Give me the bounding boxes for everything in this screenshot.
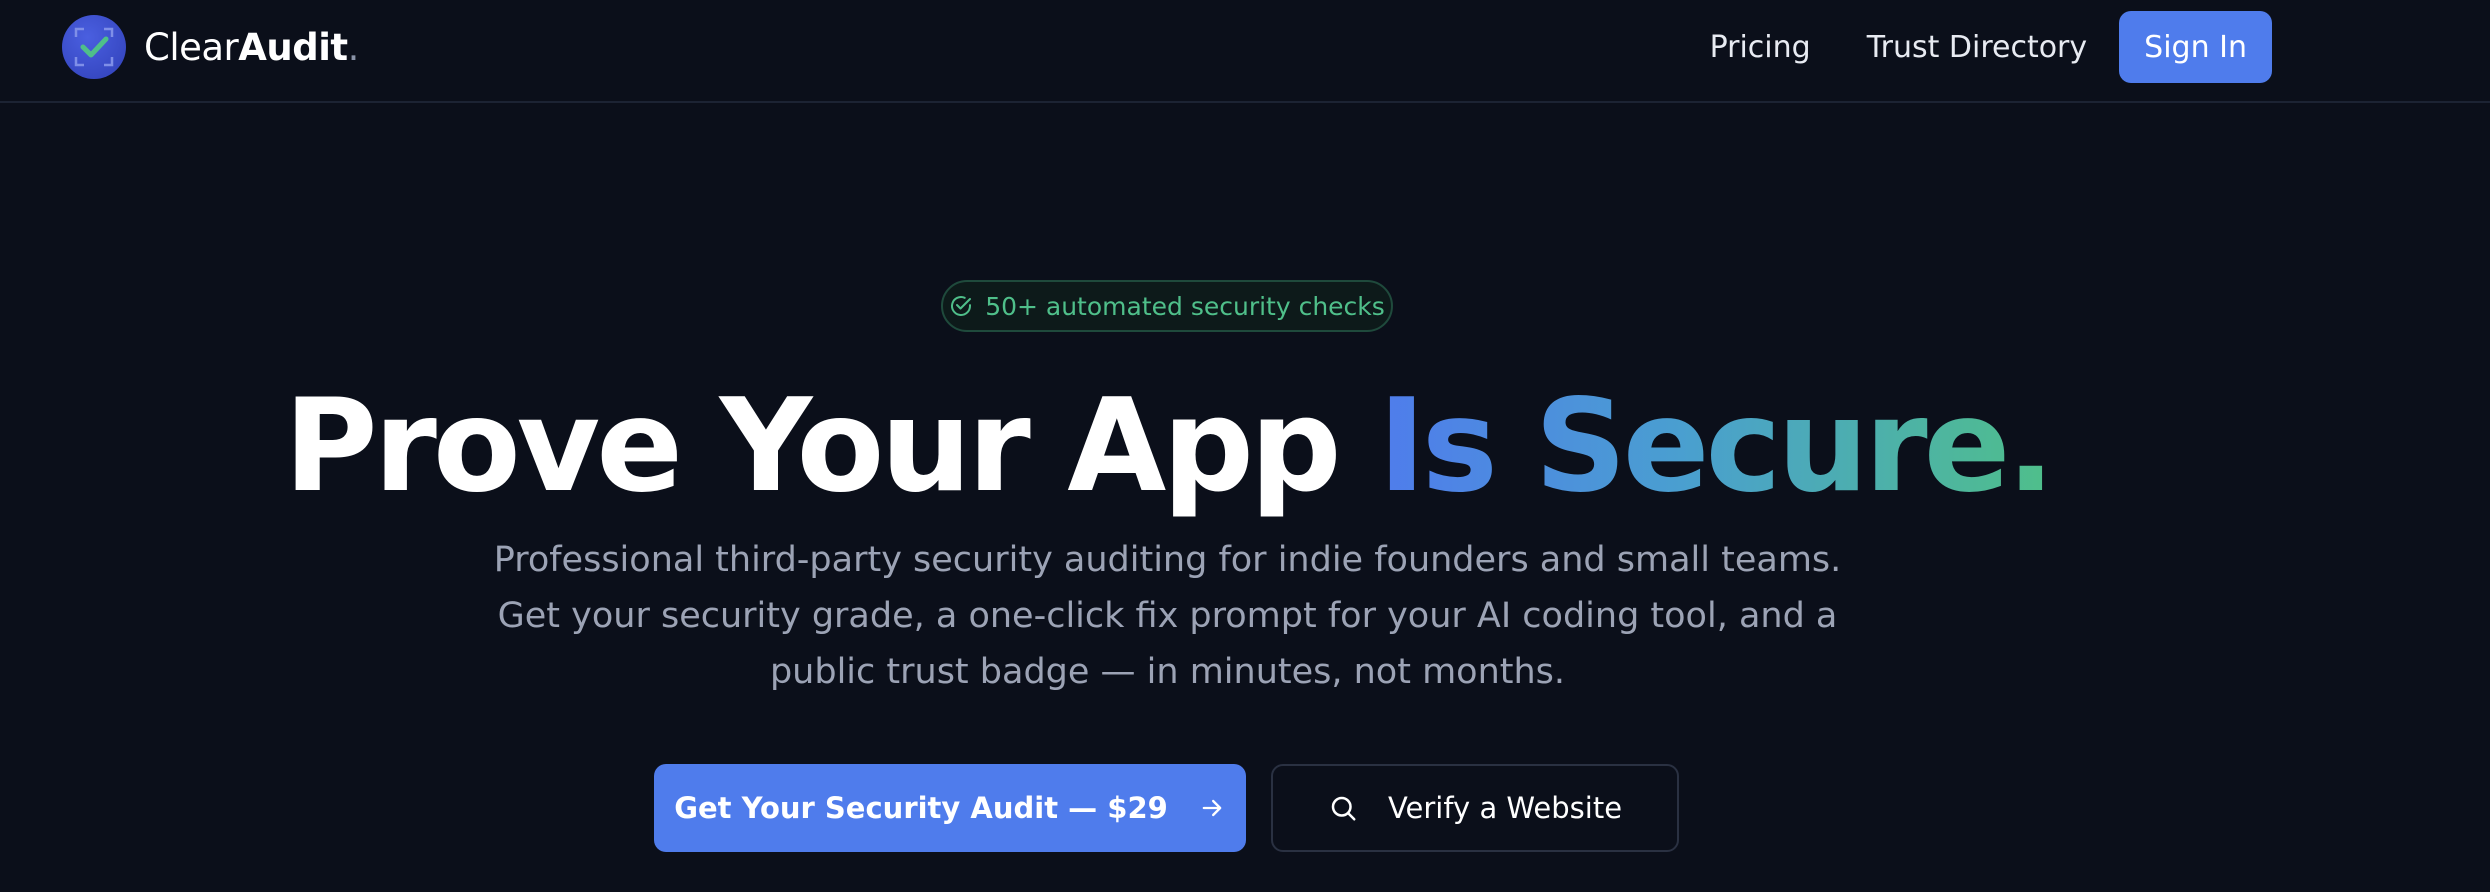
get-security-audit-button[interactable]: Get Your Security Audit — $29 (654, 764, 1246, 852)
brand-name-dot: . (347, 25, 360, 69)
hero-headline: Prove Your App Is Secure. (0, 372, 2335, 522)
logo-check-icon (62, 15, 126, 79)
search-icon (1331, 796, 1356, 821)
check-circle-icon (951, 296, 972, 316)
verify-website-button[interactable]: Verify a Website (1271, 764, 1679, 852)
badge-text: 50+ automated security checks (985, 291, 1385, 321)
subtitle-line: Professional third-party security auditi… (493, 540, 1842, 580)
nav-link-trust-directory[interactable]: Trust Directory (1867, 30, 2087, 65)
subtitle-line: Get your security grade, a one-click fix… (497, 596, 1838, 636)
nav-link-pricing[interactable]: Pricing (1710, 30, 1811, 65)
top-navbar: ClearAudit. Pricing Trust Directory Sign… (0, 0, 2490, 103)
brand-name: ClearAudit. (144, 26, 359, 69)
nav-links: Pricing Trust Directory Sign In (1710, 11, 2272, 83)
headline-gradient: Is Secure. (1378, 372, 2055, 521)
primary-cta-label: Get Your Security Audit — $29 (674, 791, 1168, 825)
brand-name-light: Clear (144, 25, 239, 69)
security-checks-badge: 50+ automated security checks (941, 280, 1393, 332)
brand-name-bold: Audit (238, 25, 348, 69)
secondary-cta-label: Verify a Website (1387, 791, 1623, 825)
subtitle-line: public trust badge — in minutes, not mon… (769, 652, 1566, 692)
brand-logo[interactable]: ClearAudit. (62, 15, 359, 79)
hero-subtitle: Professional third-party security auditi… (440, 532, 1895, 700)
sign-in-button[interactable]: Sign In (2119, 11, 2272, 83)
headline-plain: Prove Your App (283, 372, 1379, 521)
arrow-right-icon (1202, 799, 1222, 817)
